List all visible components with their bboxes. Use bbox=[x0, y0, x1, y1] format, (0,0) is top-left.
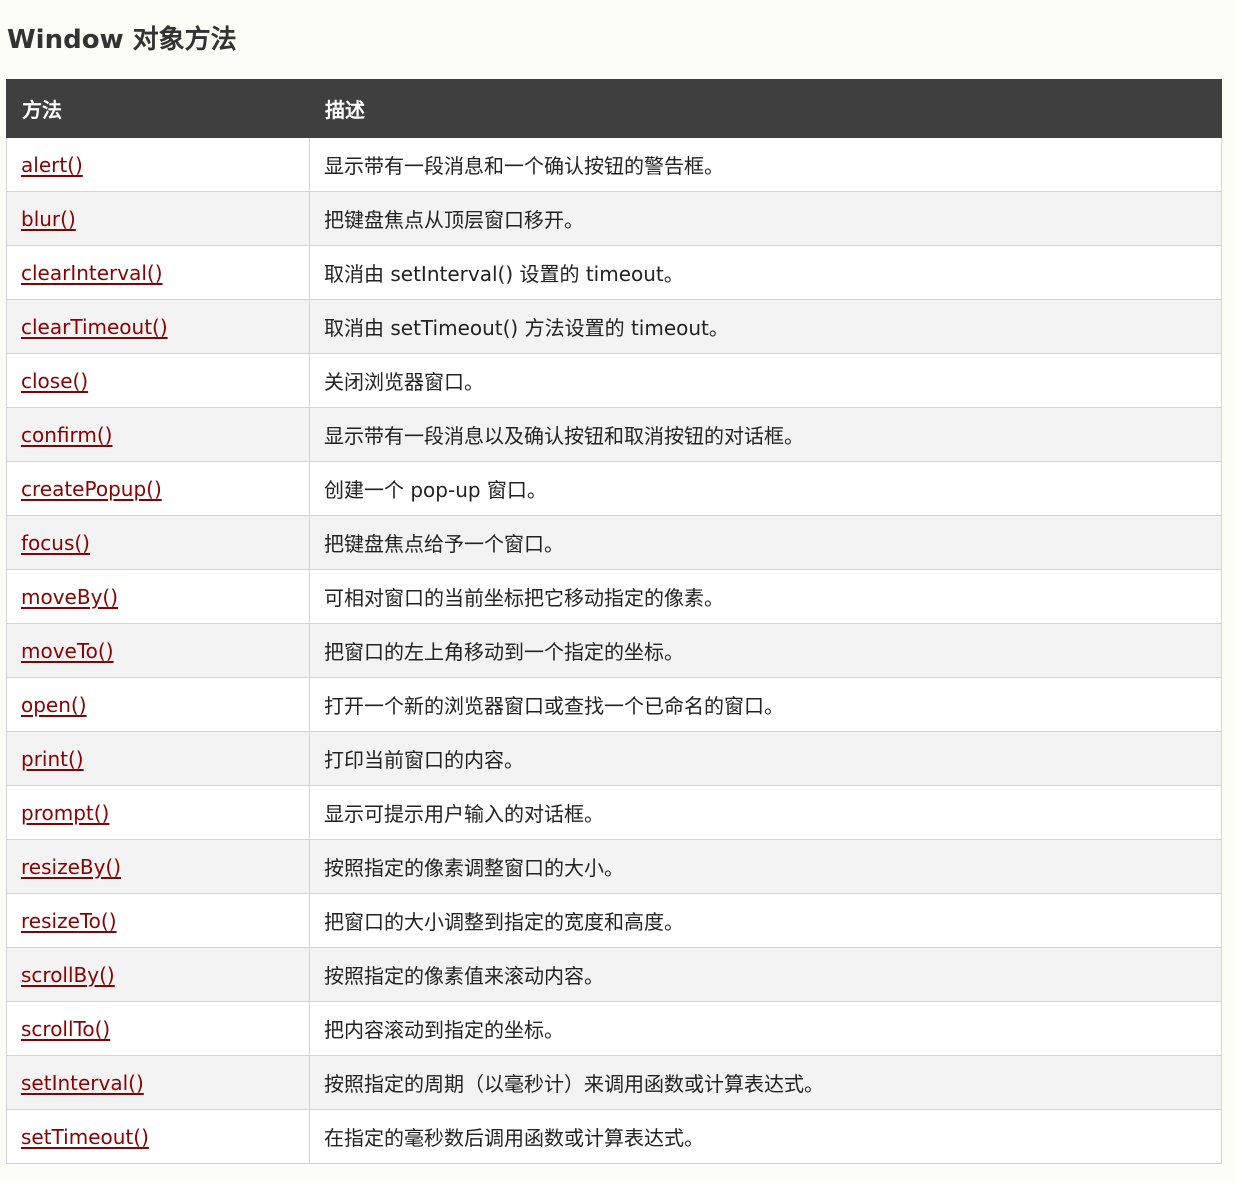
description-cell: 按照指定的像素调整窗口的大小。 bbox=[309, 839, 1222, 894]
method-cell: confirm() bbox=[6, 407, 310, 462]
column-header-method: 方法 bbox=[6, 79, 310, 138]
method-cell: alert() bbox=[6, 137, 310, 192]
description-cell: 创建一个 pop-up 窗口。 bbox=[309, 461, 1222, 516]
description-cell: 按照指定的周期（以毫秒计）来调用函数或计算表达式。 bbox=[309, 1055, 1222, 1110]
description-cell: 打开一个新的浏览器窗口或查找一个已命名的窗口。 bbox=[309, 677, 1222, 732]
table-row: blur() 把键盘焦点从顶层窗口移开。 bbox=[6, 191, 1222, 246]
method-link-alert[interactable]: alert() bbox=[21, 153, 83, 177]
method-cell: scrollTo() bbox=[6, 1001, 310, 1056]
table-row: prompt() 显示可提示用户输入的对话框。 bbox=[6, 785, 1222, 840]
description-cell: 可相对窗口的当前坐标把它移动指定的像素。 bbox=[309, 569, 1222, 624]
description-cell: 把窗口的大小调整到指定的宽度和高度。 bbox=[309, 893, 1222, 948]
method-link-prompt[interactable]: prompt() bbox=[21, 801, 109, 825]
description-cell: 显示可提示用户输入的对话框。 bbox=[309, 785, 1222, 840]
description-cell: 显示带有一段消息以及确认按钮和取消按钮的对话框。 bbox=[309, 407, 1222, 462]
table-row: moveTo() 把窗口的左上角移动到一个指定的坐标。 bbox=[6, 623, 1222, 678]
method-link-moveto[interactable]: moveTo() bbox=[21, 639, 114, 663]
method-link-scrollto[interactable]: scrollTo() bbox=[21, 1017, 110, 1041]
column-header-description: 描述 bbox=[309, 79, 1222, 138]
table-row: clearInterval() 取消由 setInterval() 设置的 ti… bbox=[6, 245, 1222, 300]
method-link-clearinterval[interactable]: clearInterval() bbox=[21, 261, 163, 285]
method-link-print[interactable]: print() bbox=[21, 747, 84, 771]
description-cell: 把键盘焦点给予一个窗口。 bbox=[309, 515, 1222, 570]
table-header-row: 方法 描述 bbox=[6, 79, 1222, 138]
table-row: confirm() 显示带有一段消息以及确认按钮和取消按钮的对话框。 bbox=[6, 407, 1222, 462]
description-cell: 取消由 setInterval() 设置的 timeout。 bbox=[309, 245, 1222, 300]
method-link-moveby[interactable]: moveBy() bbox=[21, 585, 118, 609]
method-cell: clearTimeout() bbox=[6, 299, 310, 354]
description-cell: 在指定的毫秒数后调用函数或计算表达式。 bbox=[309, 1109, 1222, 1164]
method-cell: focus() bbox=[6, 515, 310, 570]
method-link-cleartimeout[interactable]: clearTimeout() bbox=[21, 315, 168, 339]
method-cell: moveTo() bbox=[6, 623, 310, 678]
table-row: alert() 显示带有一段消息和一个确认按钮的警告框。 bbox=[6, 137, 1222, 192]
page: Window 对象方法 方法 描述 alert() 显示带有一段消息和一个确认按… bbox=[0, 0, 1236, 1183]
table-row: clearTimeout() 取消由 setTimeout() 方法设置的 ti… bbox=[6, 299, 1222, 354]
method-link-createpopup[interactable]: createPopup() bbox=[21, 477, 162, 501]
method-cell: clearInterval() bbox=[6, 245, 310, 300]
table-row: createPopup() 创建一个 pop-up 窗口。 bbox=[6, 461, 1222, 516]
table-row: focus() 把键盘焦点给予一个窗口。 bbox=[6, 515, 1222, 570]
method-link-blur[interactable]: blur() bbox=[21, 207, 76, 231]
method-link-resizeto[interactable]: resizeTo() bbox=[21, 909, 117, 933]
method-cell: blur() bbox=[6, 191, 310, 246]
method-cell: print() bbox=[6, 731, 310, 786]
table-row: close() 关闭浏览器窗口。 bbox=[6, 353, 1222, 408]
method-cell: prompt() bbox=[6, 785, 310, 840]
table-row: print() 打印当前窗口的内容。 bbox=[6, 731, 1222, 786]
description-cell: 显示带有一段消息和一个确认按钮的警告框。 bbox=[309, 137, 1222, 192]
method-link-settimeout[interactable]: setTimeout() bbox=[21, 1125, 149, 1149]
description-cell: 打印当前窗口的内容。 bbox=[309, 731, 1222, 786]
method-cell: createPopup() bbox=[6, 461, 310, 516]
method-cell: setTimeout() bbox=[6, 1109, 310, 1164]
table-row: scrollTo() 把内容滚动到指定的坐标。 bbox=[6, 1001, 1222, 1056]
method-cell: moveBy() bbox=[6, 569, 310, 624]
method-cell: setInterval() bbox=[6, 1055, 310, 1110]
table-row: setTimeout() 在指定的毫秒数后调用函数或计算表达式。 bbox=[6, 1109, 1222, 1164]
method-link-focus[interactable]: focus() bbox=[21, 531, 90, 555]
table-row: resizeBy() 按照指定的像素调整窗口的大小。 bbox=[6, 839, 1222, 894]
table-row: scrollBy() 按照指定的像素值来滚动内容。 bbox=[6, 947, 1222, 1002]
method-link-scrollby[interactable]: scrollBy() bbox=[21, 963, 115, 987]
method-link-resizeby[interactable]: resizeBy() bbox=[21, 855, 121, 879]
description-cell: 取消由 setTimeout() 方法设置的 timeout。 bbox=[309, 299, 1222, 354]
table-body: alert() 显示带有一段消息和一个确认按钮的警告框。 blur() 把键盘焦… bbox=[6, 137, 1222, 1164]
table-row: resizeTo() 把窗口的大小调整到指定的宽度和高度。 bbox=[6, 893, 1222, 948]
description-cell: 关闭浏览器窗口。 bbox=[309, 353, 1222, 408]
description-cell: 把内容滚动到指定的坐标。 bbox=[309, 1001, 1222, 1056]
table-row: setInterval() 按照指定的周期（以毫秒计）来调用函数或计算表达式。 bbox=[6, 1055, 1222, 1110]
page-title: Window 对象方法 bbox=[7, 25, 237, 55]
method-cell: close() bbox=[6, 353, 310, 408]
description-cell: 把窗口的左上角移动到一个指定的坐标。 bbox=[309, 623, 1222, 678]
method-link-close[interactable]: close() bbox=[21, 369, 88, 393]
table-row: moveBy() 可相对窗口的当前坐标把它移动指定的像素。 bbox=[6, 569, 1222, 624]
description-cell: 把键盘焦点从顶层窗口移开。 bbox=[309, 191, 1222, 246]
method-cell: scrollBy() bbox=[6, 947, 310, 1002]
table-header: 方法 描述 bbox=[6, 79, 1222, 138]
method-cell: resizeBy() bbox=[6, 839, 310, 894]
method-cell: open() bbox=[6, 677, 310, 732]
method-link-open[interactable]: open() bbox=[21, 693, 87, 717]
methods-table: 方法 描述 alert() 显示带有一段消息和一个确认按钮的警告框。 blur(… bbox=[6, 79, 1222, 1164]
description-cell: 按照指定的像素值来滚动内容。 bbox=[309, 947, 1222, 1002]
method-cell: resizeTo() bbox=[6, 893, 310, 948]
method-link-setinterval[interactable]: setInterval() bbox=[21, 1071, 144, 1095]
table-row: open() 打开一个新的浏览器窗口或查找一个已命名的窗口。 bbox=[6, 677, 1222, 732]
method-link-confirm[interactable]: confirm() bbox=[21, 423, 112, 447]
